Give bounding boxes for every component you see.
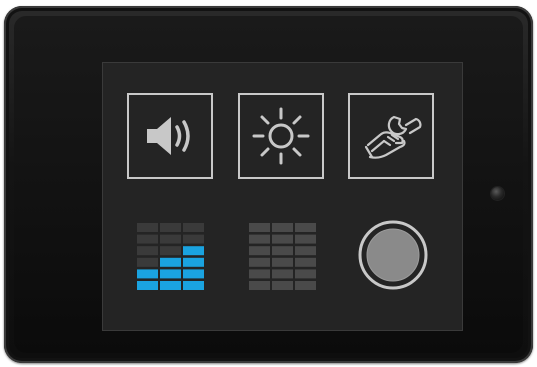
level-segment-unlit (272, 234, 293, 244)
circle-button-icon (358, 220, 428, 290)
level-segment-unlit (272, 246, 293, 256)
level-segment-unlit (249, 246, 270, 256)
speaker-icon (147, 117, 190, 155)
level-segment-unlit (137, 234, 158, 244)
level-segment-unlit (249, 257, 270, 267)
level-segment-unlit (272, 223, 293, 232)
level-segment-lit (160, 269, 181, 279)
equalizer-grid-icon (249, 223, 316, 290)
level-segment-unlit (183, 234, 204, 244)
level-segment-unlit (160, 246, 181, 256)
level-segment-lit (183, 246, 204, 256)
level-segment-unlit (295, 257, 316, 267)
sun-icon (252, 107, 310, 165)
level-segment-lit (183, 257, 204, 267)
level-segment-unlit (160, 234, 181, 244)
level-segment-unlit (249, 223, 270, 232)
level-segment-unlit (295, 234, 316, 244)
level-meter-inactive[interactable] (249, 220, 317, 290)
level-segment-unlit (295, 223, 316, 232)
device-bezel (4, 6, 533, 363)
level-segment-unlit (137, 246, 158, 256)
level-segment-lit (183, 281, 204, 290)
level-meter-active[interactable] (137, 220, 205, 290)
equalizer-bars-icon (137, 223, 204, 290)
level-segment-unlit (137, 223, 158, 232)
level-segment-unlit (272, 269, 293, 279)
level-segment-unlit (272, 257, 293, 267)
brightness-tile[interactable] (238, 93, 324, 179)
level-segment-unlit (295, 246, 316, 256)
level-segment-lit (160, 281, 181, 290)
level-segment-unlit (137, 257, 158, 267)
level-segment-unlit (160, 223, 181, 232)
level-segment-unlit (183, 223, 204, 232)
level-segment-unlit (295, 281, 316, 290)
settings-tile[interactable] (348, 93, 434, 179)
volume-tile[interactable] (127, 93, 213, 179)
camera-dot (491, 187, 504, 200)
level-segment-unlit (295, 269, 316, 279)
level-segment-lit (183, 269, 204, 279)
level-segment-unlit (249, 281, 270, 290)
wrench-hand-icon (364, 115, 422, 159)
level-segment-lit (137, 269, 158, 279)
level-segment-lit (160, 257, 181, 267)
level-segment-unlit (272, 281, 293, 290)
level-segment-unlit (249, 269, 270, 279)
level-segment-unlit (249, 234, 270, 244)
touch-screen (103, 63, 462, 330)
round-button[interactable] (357, 219, 429, 291)
level-segment-lit (137, 281, 158, 290)
